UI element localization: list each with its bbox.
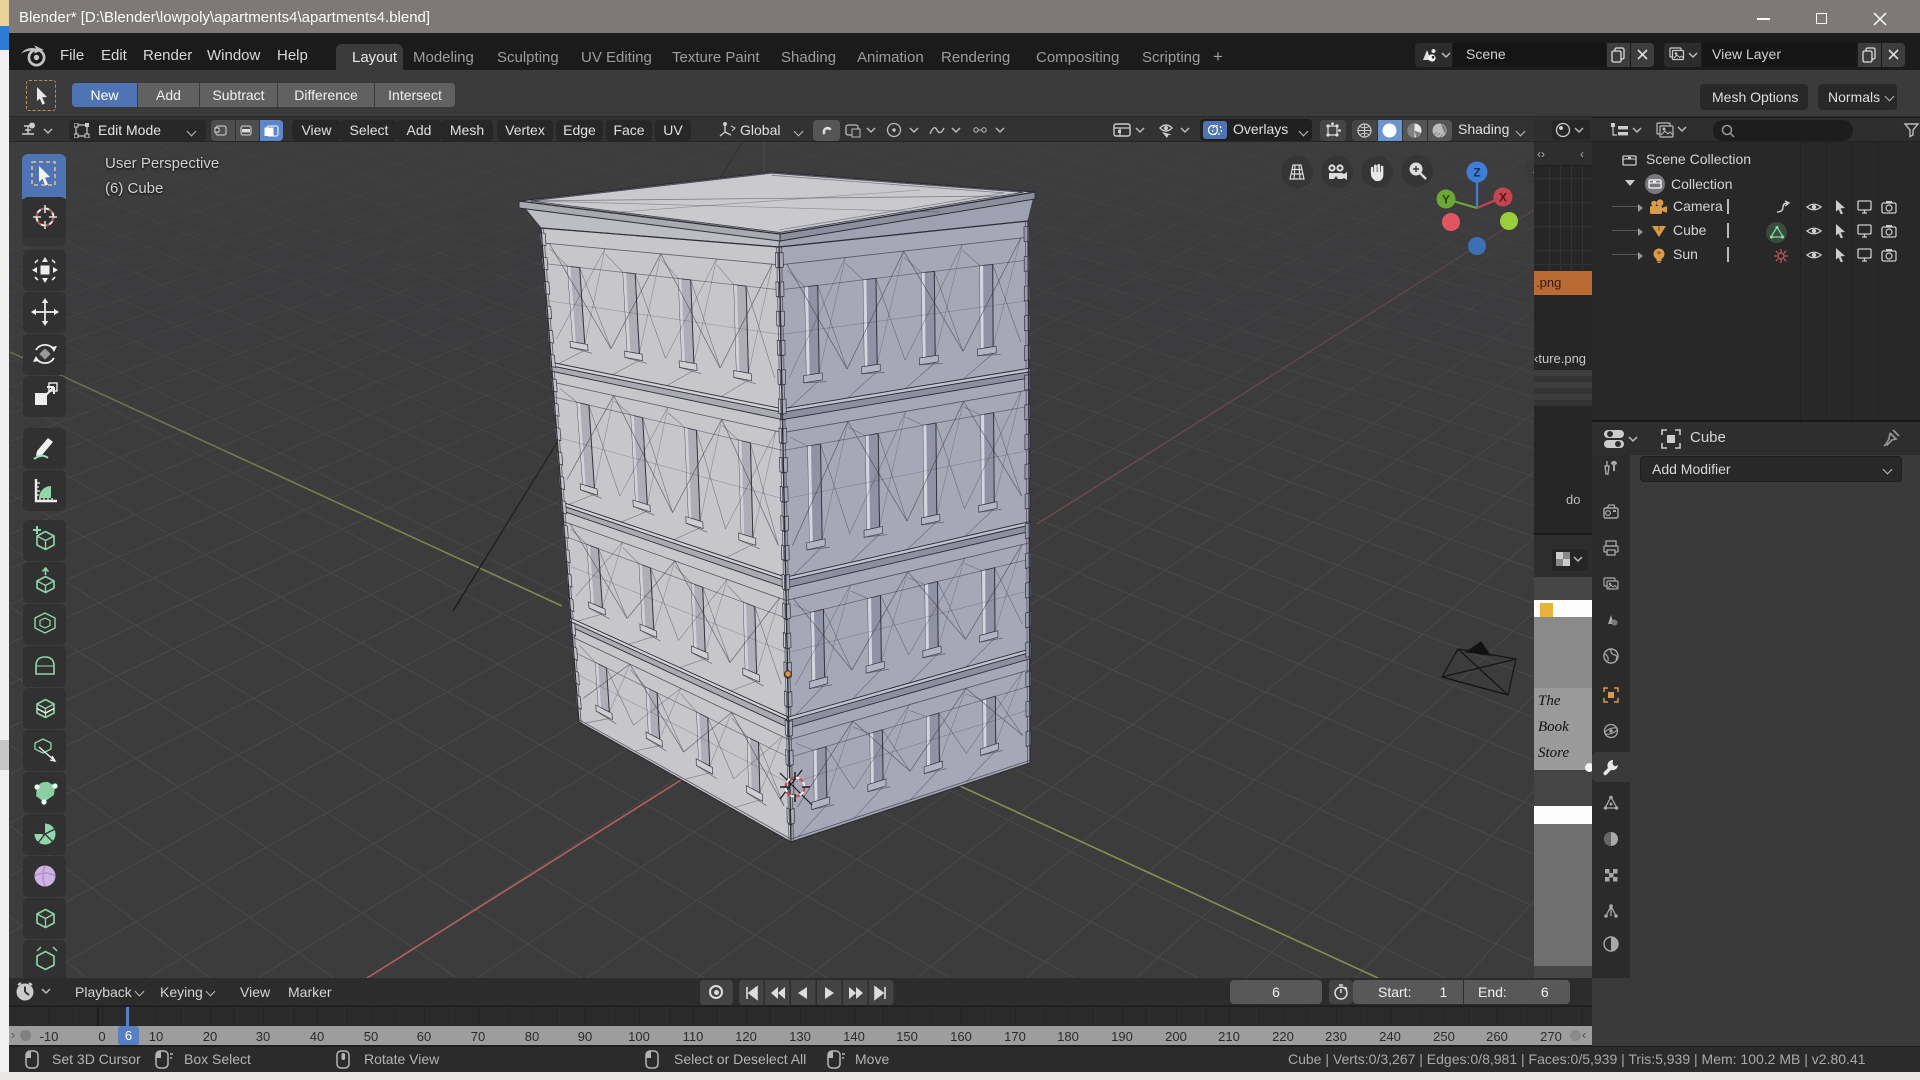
svg-text:Y: Y <box>1442 193 1450 207</box>
svg-text:Z: Z <box>1473 166 1480 180</box>
svg-text:X: X <box>1499 191 1507 205</box>
